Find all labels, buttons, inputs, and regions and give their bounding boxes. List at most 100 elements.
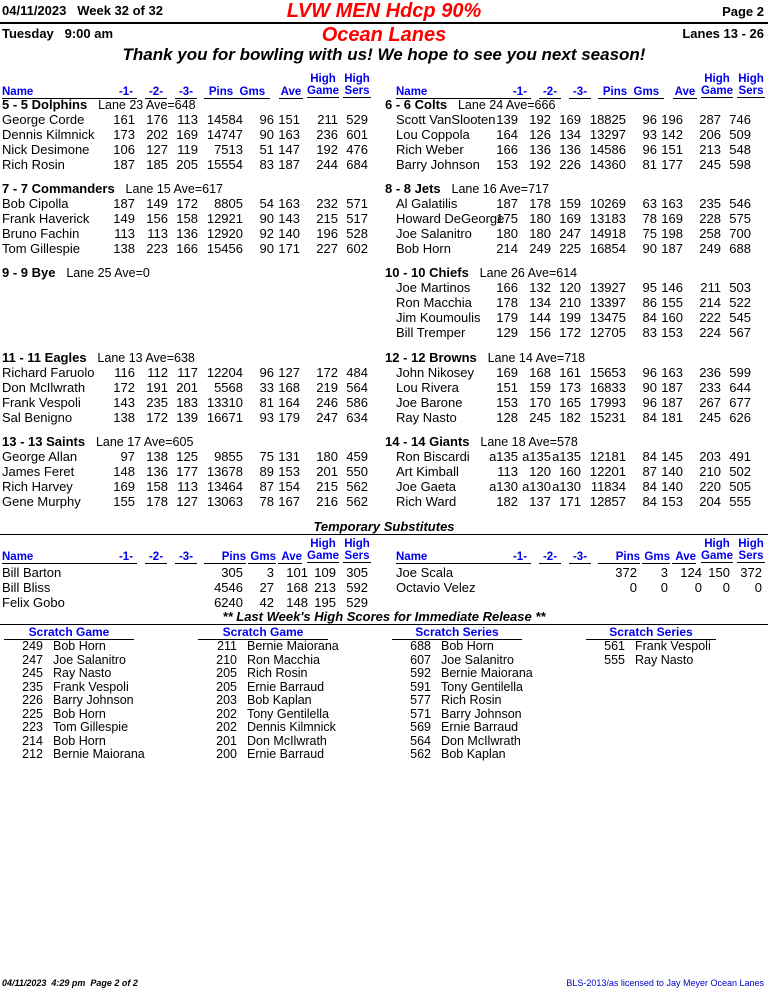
team-header: 6 - 6 Colts Lane 24 Ave=666 — [385, 97, 555, 112]
player-row: Gene Murphy 155 178 127 13063 78 167 216 562 — [2, 494, 382, 509]
player-name: Al Galatilis — [396, 196, 458, 211]
player-name: Art Kimball — [396, 464, 459, 479]
player-name: Frank Haverick — [2, 211, 90, 226]
team-header: 14 - 14 Giants Lane 18 Ave=578 — [385, 434, 578, 449]
player-ave: 163 — [661, 196, 683, 211]
player-name: James Feret — [2, 464, 75, 479]
player-row: Bob Horn 214 249 225 16854 90 187 249 688 — [385, 241, 765, 256]
player-name: Don McIlwrath — [2, 380, 86, 395]
column-header: Name -1- -2- -3- Pins Gms Ave High Game High Sers — [396, 538, 768, 564]
column-ave: Ave — [278, 551, 302, 564]
player-g3: 159 — [559, 196, 581, 211]
player-row: Rich Ward 182 137 171 12857 84 153 204 555 — [385, 494, 765, 509]
player-g3: 119 — [177, 142, 198, 157]
player-ave: 154 — [278, 479, 300, 494]
substitutes-title: Temporary Substitutes — [313, 519, 455, 534]
column-high-game-line1: High — [704, 538, 730, 550]
player-g3: 158 — [176, 211, 198, 226]
player-row: Tom Gillespie 138 223 166 15456 90 171 227 602 — [2, 241, 382, 256]
player-ave: 169 — [661, 211, 683, 226]
column-g3: -3- — [569, 86, 591, 99]
player-row: Rich Weber 166 136 136 14586 96 151 213 548 — [385, 142, 765, 157]
player-name: Bruno Fachin — [2, 226, 80, 241]
player-name: Tom Gillespie — [2, 241, 81, 256]
player-name: Ray Nasto — [396, 410, 457, 425]
player-hs: 677 — [729, 395, 751, 410]
high-score-name: Frank Vespoli — [635, 639, 711, 653]
player-hs: 509 — [729, 127, 751, 142]
team-lane-average: Lane 15 Ave=617 — [125, 182, 223, 196]
player-hs: 564 — [346, 380, 368, 395]
player-name: Joe Salanitro — [396, 226, 472, 241]
team-name: 6 - 6 Colts — [385, 97, 448, 112]
player-name: George Allan — [2, 449, 78, 464]
column-high-series: High Sers — [343, 538, 371, 563]
player-hs: 505 — [729, 479, 751, 494]
player-ave: 145 — [661, 449, 683, 464]
player-name: Lou Rivera — [396, 380, 459, 395]
high-score-name: Joe Salanitro — [441, 652, 514, 667]
player-name: Rich Harvey — [2, 479, 73, 494]
team-name: 14 - 14 Giants — [385, 434, 470, 449]
player-name: Rich Rosin — [2, 157, 65, 172]
column-high-game-line2: Game — [307, 85, 339, 97]
player-g3: 199 — [559, 310, 581, 325]
team-header: 11 - 11 Eagles Lane 13 Ave=638 — [2, 350, 195, 365]
player-g3: 173 — [559, 380, 581, 395]
player-ave: 140 — [661, 479, 683, 494]
player-row: John Nikosey 169 168 161 15653 96 163 236 599 — [385, 365, 765, 380]
column-high-game: High Game — [307, 73, 339, 98]
player-ave: 155 — [661, 295, 683, 310]
high-score-name: Bernie Maiorana — [247, 639, 339, 653]
player-row: Art Kimball 113 120 160 12201 87 140 210 502 — [385, 464, 765, 479]
player-hs: 548 — [729, 142, 751, 157]
player-ave: 153 — [661, 494, 683, 509]
high-score-value: 592 — [410, 666, 431, 680]
high-score-name: Dennis Kilmnick — [247, 720, 336, 734]
player-g3: 169 — [559, 211, 581, 226]
player-g3: 210 — [559, 295, 581, 310]
team-lane-average: Lane 25 Ave=0 — [66, 266, 150, 280]
player-row: Lou Rivera 151 159 173 16833 90 187 233 644 — [385, 380, 765, 395]
column-high-game-line2: Game — [701, 85, 733, 97]
player-g3: 201 — [176, 380, 198, 395]
player-ave: 164 — [278, 395, 300, 410]
player-hs: 567 — [729, 325, 751, 340]
column-gms: Gms — [248, 551, 276, 564]
player-hs: 529 — [346, 112, 368, 127]
column-pins-gms: Pins Gms — [204, 86, 270, 99]
player-row: Frank Vespoli 143 235 183 13310 81 164 246 586 — [2, 395, 382, 410]
high-score-heading: Scratch Game — [4, 625, 134, 640]
player-ave: 151 — [278, 112, 300, 127]
player-name: Joe Gaeta — [396, 479, 456, 494]
high-score-value: 235 — [22, 679, 43, 694]
column-ave: Ave — [673, 86, 697, 99]
column-g3: -3- — [569, 551, 591, 564]
player-ave: 168 — [278, 380, 300, 395]
column-high-game-line1: High — [310, 73, 336, 85]
high-score-value: 561 — [604, 639, 625, 653]
closing-message: Thank you for bowling with us! We hope t… — [122, 45, 646, 64]
player-g3: 166 — [176, 241, 198, 256]
player-row: Joe Scala 372 3 124 150 372 — [396, 565, 768, 580]
player-hs: 545 — [729, 310, 751, 325]
player-g3: 136 — [559, 142, 581, 157]
player-row: Felix Gobo 6240 42 148 195 529 — [2, 595, 382, 610]
team-lane-average: Lane 17 Ave=605 — [95, 435, 194, 449]
column-high-series-line1: High — [344, 73, 370, 85]
player-g3: a135 — [552, 449, 581, 464]
team-lane-average: Lane 23 Ave=648 — [98, 98, 196, 112]
player-hs: 372 — [740, 565, 762, 580]
high-score-heading: Scratch Series — [392, 625, 522, 640]
high-score-value: 577 — [410, 693, 431, 707]
team-name: 5 - 5 Dolphins — [2, 97, 88, 112]
high-score-name: Bob Horn — [53, 706, 106, 721]
player-row: Dennis Kilmnick 173 202 169 14747 90 163 236 601 — [2, 127, 382, 142]
player-hs: 700 — [729, 226, 751, 241]
high-score-value: 210 — [216, 652, 237, 667]
player-name: Ron Biscardi — [396, 449, 470, 464]
column-g3: -3- — [175, 551, 197, 564]
league-title: LVW MEN Hdcp 90% — [286, 0, 482, 22]
player-row: George Corde 161 176 113 14584 96 151 211 529 — [2, 112, 382, 127]
column-high-series-line1: High — [738, 538, 764, 550]
